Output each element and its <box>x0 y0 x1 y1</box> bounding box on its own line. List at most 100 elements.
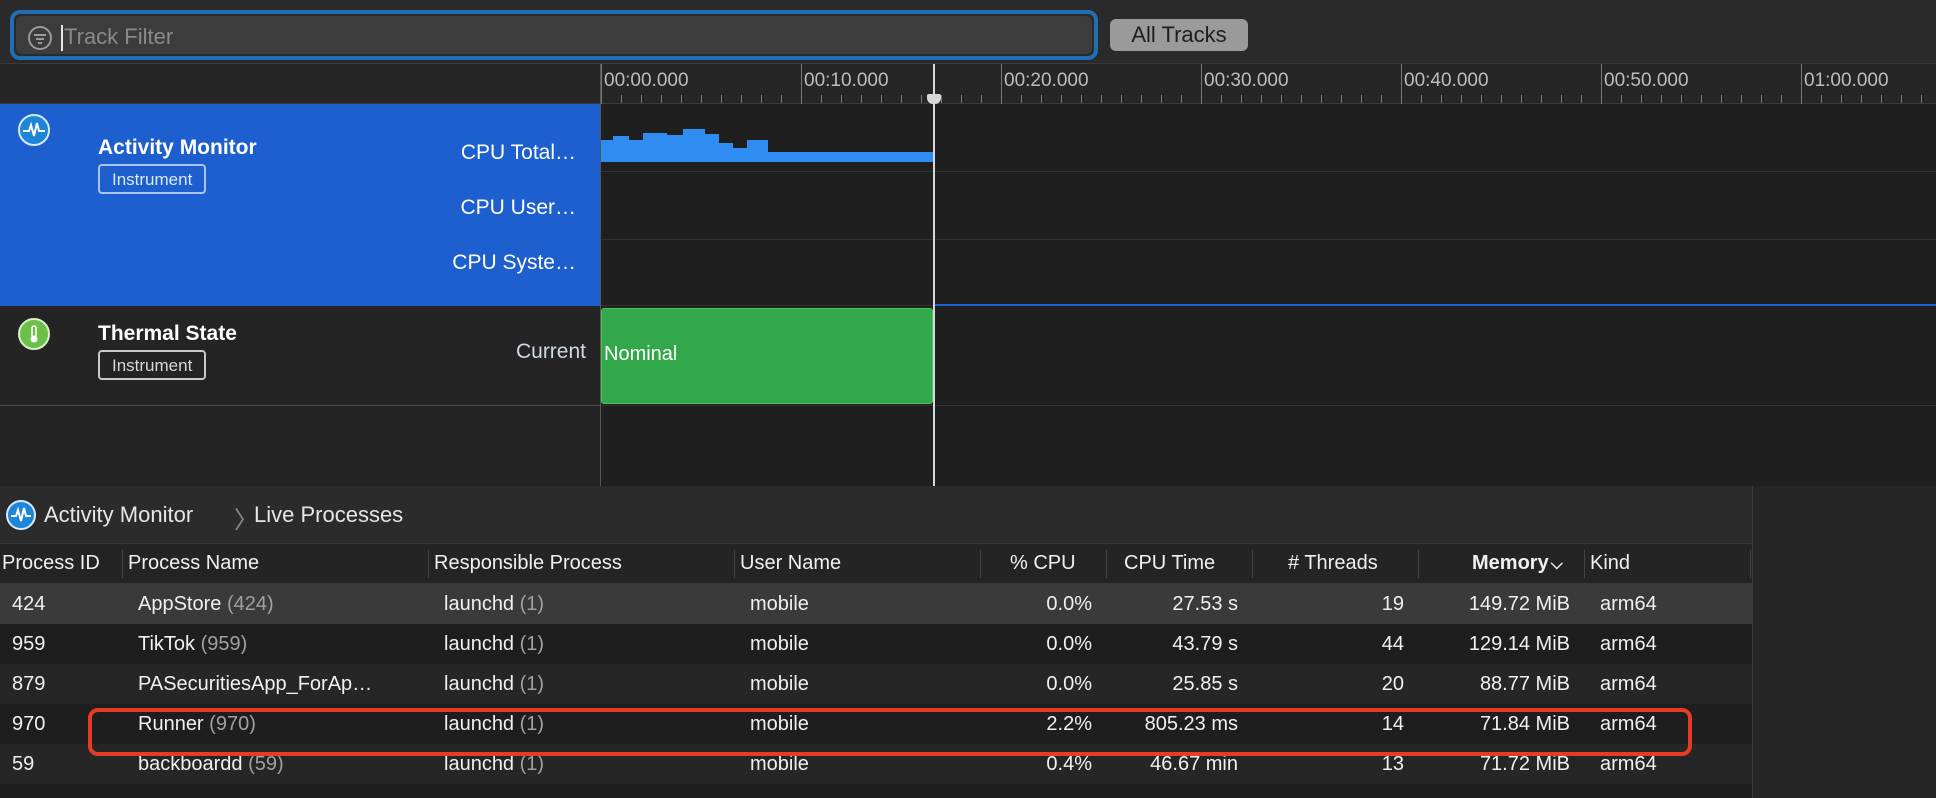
ruler-minor-tick <box>1861 95 1862 103</box>
table-row[interactable]: 959 TikTok (959) launchd (1) mobile 0.0%… <box>0 624 1752 664</box>
all-tracks-button[interactable]: All Tracks <box>1110 19 1248 51</box>
ruler-time-label: 00:40.000 <box>1404 70 1489 91</box>
cell-user-name: mobile <box>750 633 809 655</box>
responsible-pid: (1) <box>519 633 545 655</box>
breadcrumb-root[interactable]: Activity Monitor <box>44 502 193 528</box>
ruler-time-label: 00:30.000 <box>1204 70 1289 91</box>
cell-process-name: AppStore (424) <box>138 593 274 616</box>
ruler-minor-tick <box>721 95 722 103</box>
ruler-minor-tick <box>1721 95 1722 103</box>
column-header-memory[interactable]: Memory ⌵ <box>1472 552 1563 575</box>
filter-icon[interactable] <box>28 26 52 50</box>
instrument-badge: Instrument <box>98 350 207 380</box>
thermal-state-label: Nominal <box>604 343 678 365</box>
responsible-name: launchd <box>444 633 515 655</box>
ruler-minor-tick <box>921 95 922 103</box>
ruler-minor-tick <box>1621 95 1622 103</box>
column-header-process-name[interactable]: Process Name <box>128 552 259 575</box>
cell-process-id: 59 <box>12 753 35 775</box>
ruler-minor-tick <box>661 95 662 103</box>
ruler-minor-tick <box>1181 95 1182 103</box>
thermal-state-interval[interactable]: Nominal <box>601 308 933 404</box>
lane-label-cpu-user: CPU User… <box>460 196 576 219</box>
column-header-threads[interactable]: # Threads <box>1288 552 1378 575</box>
ruler-time-label: 00:00.000 <box>604 70 689 91</box>
inspector-gutter <box>1752 486 1936 798</box>
ruler-minor-tick <box>961 95 962 103</box>
ruler-minor-tick <box>1221 95 1222 103</box>
responsible-name: launchd <box>444 753 515 775</box>
ruler-minor-tick <box>1881 95 1882 103</box>
ruler-minor-tick <box>901 95 902 103</box>
ruler-time-label: 01:00.000 <box>1804 70 1889 91</box>
cell-memory: 149.72 MiB <box>1468 593 1570 615</box>
cell-memory: 129.14 MiB <box>1468 633 1570 655</box>
process-name: AppStore <box>138 593 222 615</box>
ruler-minor-tick <box>881 95 882 103</box>
activity-monitor-icon <box>6 500 36 530</box>
column-header-kind[interactable]: Kind <box>1590 552 1630 575</box>
cell-threads: 20 <box>1381 673 1404 695</box>
lane-cpu-system <box>601 240 1936 306</box>
track-activity-monitor[interactable]: Activity Monitor Instrument CPU Total… C… <box>0 104 600 306</box>
cell-cpu-percent: 0.4% <box>1046 753 1092 775</box>
ruler-minor-tick <box>861 95 862 103</box>
cell-threads: 13 <box>1381 753 1404 775</box>
process-name: PASecuritiesApp_ForAp… <box>138 673 373 695</box>
process-pid: (59) <box>248 753 284 775</box>
breadcrumb: Activity Monitor 〉 Live Processes <box>0 486 1752 544</box>
column-header-responsible-process[interactable]: Responsible Process <box>434 552 622 575</box>
cell-process-name: backboardd (59) <box>138 753 284 776</box>
column-header-process-id[interactable]: Process ID <box>2 552 100 575</box>
responsible-pid: (1) <box>519 673 545 695</box>
ruler-minor-tick <box>1481 95 1482 103</box>
ruler-minor-tick <box>701 95 702 103</box>
lane-cpu-user <box>601 172 1936 240</box>
ruler-major-tick <box>1801 64 1802 104</box>
cell-user-name: mobile <box>750 593 809 615</box>
cell-threads: 44 <box>1381 633 1404 655</box>
ruler-minor-tick <box>1341 95 1342 103</box>
timeline[interactable]: 00:00.000 00:10.000 00:20.000 00:30.000 00:4… <box>600 64 1936 486</box>
responsible-name: launchd <box>444 673 515 695</box>
cell-responsible-process: launchd (1) <box>444 593 544 616</box>
time-ruler[interactable]: 00:00.000 00:10.000 00:20.000 00:30.000 00:4… <box>601 64 1936 104</box>
ruler-minor-tick <box>1161 95 1162 103</box>
track-filter-field[interactable] <box>16 16 1092 58</box>
lane-label-current: Current <box>515 340 586 363</box>
ruler-time-label: 00:50.000 <box>1604 70 1689 91</box>
cell-process-name: PASecuritiesApp_ForAp… <box>138 673 372 696</box>
track-list: Activity Monitor Instrument CPU Total… C… <box>0 64 600 486</box>
ruler-minor-tick <box>1661 95 1662 103</box>
cell-kind: arm64 <box>1600 593 1657 615</box>
cell-user-name: mobile <box>750 753 809 775</box>
cell-user-name: mobile <box>750 673 809 695</box>
playhead[interactable] <box>927 64 941 486</box>
ruler-minor-tick <box>1421 95 1422 103</box>
column-header-cpu-time[interactable]: CPU Time <box>1124 552 1215 575</box>
track-thermal-state[interactable]: Thermal State Instrument Current <box>0 306 600 406</box>
text-caret <box>61 25 63 51</box>
ruler-major-tick <box>1401 64 1402 104</box>
responsible-pid: (1) <box>519 753 545 775</box>
ruler-minor-tick <box>1561 95 1562 103</box>
ruler-spacer <box>0 64 600 104</box>
cell-cpu-percent: 0.0% <box>1046 633 1092 655</box>
cell-cpu-time: 25.85 s <box>1172 673 1238 695</box>
ruler-minor-tick <box>821 95 822 103</box>
ruler-time-label: 00:10.000 <box>804 70 889 91</box>
table-row[interactable]: 879 PASecuritiesApp_ForAp… launchd (1) m… <box>0 664 1752 704</box>
column-header-cpu-percent[interactable]: % CPU <box>1010 552 1076 575</box>
cell-memory: 71.72 MiB <box>1479 753 1570 775</box>
table-row[interactable]: 424 AppStore (424) launchd (1) mobile 0.… <box>0 584 1752 624</box>
ruler-major-tick <box>1001 64 1002 104</box>
column-header-user-name[interactable]: User Name <box>740 552 841 575</box>
ruler-minor-tick <box>1321 95 1322 103</box>
playhead-handle[interactable] <box>927 94 941 104</box>
ruler-minor-tick <box>1501 95 1502 103</box>
breadcrumb-current[interactable]: Live Processes <box>254 502 403 528</box>
cell-cpu-percent: 0.0% <box>1046 593 1092 615</box>
cell-memory: 88.77 MiB <box>1479 673 1570 695</box>
ruler-minor-tick <box>1841 95 1842 103</box>
track-filter-input[interactable] <box>64 16 964 58</box>
